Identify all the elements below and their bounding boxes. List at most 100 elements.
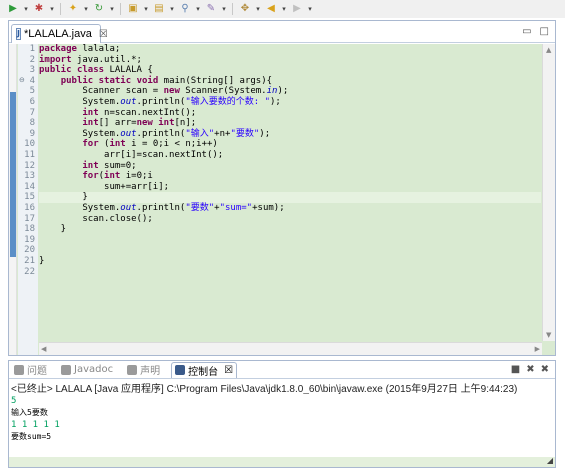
scroll-right-icon[interactable]: ▶ bbox=[535, 345, 540, 353]
forward-icon[interactable]: ▶ bbox=[290, 2, 304, 16]
back-icon[interactable]: ◀ bbox=[264, 2, 278, 16]
tab-label: Javadoc bbox=[74, 364, 114, 375]
horizontal-scrollbar[interactable]: ◀ ▶ bbox=[39, 342, 542, 355]
remove-launch-icon[interactable]: ✖ bbox=[526, 364, 534, 375]
tab-console[interactable]: 控制台 ☒ bbox=[171, 361, 238, 378]
maximize-icon[interactable]: □ bbox=[540, 26, 549, 37]
line-number: 8 bbox=[29, 118, 35, 129]
console-output-line: 5 bbox=[11, 396, 17, 406]
annotation-icon[interactable]: ✎ bbox=[204, 2, 218, 16]
code-line[interactable]: public class LALALA { bbox=[39, 65, 541, 76]
code-line[interactable]: for(int i=0;i bbox=[39, 171, 541, 182]
chevron-down-icon[interactable]: ▾ bbox=[169, 5, 175, 13]
chevron-down-icon[interactable]: ▾ bbox=[307, 5, 313, 13]
code-line[interactable]: int n=scan.nextInt(); bbox=[39, 108, 541, 119]
editor-tab-bar: J *LALALA.java ☒ ▭ □ bbox=[9, 21, 555, 43]
editor-panel: J *LALALA.java ☒ ▭ □ 1 2 3 4 ⊖ 5 6 7 8 9 10 11 12 13 1… bbox=[8, 20, 556, 356]
close-tab-icon[interactable]: ☒ bbox=[224, 365, 233, 376]
chevron-down-icon[interactable]: ▾ bbox=[221, 5, 227, 13]
code-line[interactable]: System.out.println("输入要数的个数: "); bbox=[39, 97, 541, 108]
new-icon[interactable]: ✦ bbox=[66, 2, 80, 16]
line-number: 11 bbox=[24, 150, 35, 160]
declaration-icon bbox=[127, 364, 138, 375]
scroll-left-icon[interactable]: ◀ bbox=[41, 345, 46, 353]
scroll-down-icon[interactable]: ▼ bbox=[546, 331, 551, 339]
toolbar-separator bbox=[232, 3, 233, 15]
console-output[interactable]: 5 输入5要数 1 1 1 1 1 要数sum=5 bbox=[11, 395, 551, 443]
code-line[interactable]: package lalala; bbox=[39, 44, 541, 55]
code-line[interactable]: arr[i]=scan.nextInt(); bbox=[39, 150, 541, 161]
code-line[interactable]: int[] arr=new int[n]; bbox=[39, 118, 541, 129]
refresh-icon[interactable]: ↻ bbox=[92, 2, 106, 16]
chevron-down-icon[interactable]: ▾ bbox=[281, 5, 287, 13]
code-line[interactable]: for (int i = 0;i < n;i++) bbox=[39, 139, 541, 150]
fold-toggle-icon[interactable]: ⊖ bbox=[19, 76, 25, 84]
console-panel: 问题 Javadoc 声明 控制台 ☒ ■ ✖ ✖ <已终止> LALALA [Java… bbox=[8, 360, 556, 468]
editor-tab-lalala[interactable]: J *LALALA.java ☒ bbox=[11, 24, 108, 43]
console-icon bbox=[175, 365, 186, 375]
code-line[interactable]: public static void main(String[] args){ bbox=[39, 76, 541, 87]
code-line[interactable]: scan.close(); bbox=[39, 214, 541, 225]
chevron-down-icon[interactable]: ▾ bbox=[195, 5, 201, 13]
line-number: 2 bbox=[29, 54, 35, 65]
line-number: 20 bbox=[24, 245, 35, 256]
chevron-down-icon[interactable]: ▾ bbox=[23, 5, 29, 13]
tab-javadoc[interactable]: Javadoc bbox=[58, 362, 116, 378]
code-line[interactable] bbox=[39, 235, 541, 246]
code-line[interactable]: import java.util.*; bbox=[39, 55, 541, 66]
code-line[interactable]: } bbox=[39, 256, 541, 267]
line-number: 7 bbox=[29, 107, 35, 118]
chevron-down-icon[interactable]: ▾ bbox=[83, 5, 89, 13]
code-line[interactable] bbox=[39, 245, 541, 256]
debug-icon[interactable]: ✱ bbox=[32, 2, 46, 16]
package-icon[interactable]: ▣ bbox=[126, 2, 140, 16]
tab-problems[interactable]: 问题 bbox=[11, 362, 50, 378]
line-number: 10 bbox=[24, 139, 35, 150]
line-number: 19 bbox=[24, 234, 35, 245]
code-area[interactable]: package lalala; import java.util.*; public… bbox=[39, 44, 541, 341]
main-toolbar: ▶ ▾ ✱ ▾ ✦ ▾ ↻ ▾ ▣ ▾ ▤ ▾ ⚲ ▾ ✎ ▾ ✥ ▾ ◀ ▾ ▶ ▾ bbox=[0, 0, 565, 18]
vertical-scrollbar[interactable]: ▲ ▼ bbox=[542, 44, 555, 341]
code-line[interactable]: int sum=0; bbox=[39, 161, 541, 172]
line-number: 3 bbox=[29, 65, 35, 76]
console-output-line: 要数sum=5 bbox=[11, 432, 52, 441]
code-line[interactable]: sum+=arr[i]; bbox=[39, 182, 541, 193]
stop-icon[interactable]: ■ bbox=[511, 364, 520, 375]
code-line[interactable]: System.out.println("输入"+n+"要数"); bbox=[39, 129, 541, 140]
editor-tab-label: *LALALA.java bbox=[23, 28, 92, 40]
line-number: 13 bbox=[24, 171, 35, 182]
tab-declaration[interactable]: 声明 bbox=[124, 362, 163, 378]
chevron-down-icon[interactable]: ▾ bbox=[49, 5, 55, 13]
scroll-up-icon[interactable]: ▲ bbox=[546, 46, 551, 54]
minimize-icon[interactable]: ▭ bbox=[522, 26, 531, 37]
editor-body[interactable]: 1 2 3 4 ⊖ 5 6 7 8 9 10 11 12 13 14 15 16 17 18 19 20 21 22 pac… bbox=[9, 44, 555, 355]
line-number: 1 bbox=[29, 44, 35, 54]
line-number: 21 bbox=[24, 256, 35, 266]
code-line[interactable]: } bbox=[39, 192, 541, 203]
line-number: 6 bbox=[29, 97, 35, 107]
code-line[interactable]: Scanner scan = new Scanner(System.in); bbox=[39, 86, 541, 97]
remove-all-icon[interactable]: ✖ bbox=[541, 364, 549, 375]
search-icon[interactable]: ⚲ bbox=[178, 2, 192, 16]
close-tab-icon[interactable]: ☒ bbox=[99, 29, 108, 40]
code-line[interactable]: System.out.println("要数"+"sum="+sum); bbox=[39, 203, 541, 214]
open-type-icon[interactable]: ▤ bbox=[152, 2, 166, 16]
tab-label: 声明 bbox=[140, 366, 161, 377]
javadoc-icon bbox=[61, 364, 71, 375]
chevron-down-icon[interactable]: ▾ bbox=[255, 5, 261, 13]
chevron-down-icon[interactable]: ▾ bbox=[109, 5, 115, 13]
line-number: 12 bbox=[24, 160, 35, 171]
editor-view-controls: ▭ □ bbox=[522, 26, 549, 37]
line-number: 17 bbox=[24, 213, 35, 224]
pin-icon[interactable]: ✥ bbox=[238, 2, 252, 16]
code-line[interactable]: } bbox=[39, 224, 541, 235]
toolbar-separator bbox=[60, 3, 61, 15]
console-scrollbar[interactable] bbox=[9, 457, 555, 467]
chevron-down-icon[interactable]: ▾ bbox=[143, 5, 149, 13]
run-icon[interactable]: ▶ bbox=[6, 2, 20, 16]
console-output-line: 1 1 1 1 1 bbox=[11, 420, 60, 430]
code-line[interactable] bbox=[39, 267, 541, 278]
resize-grip-icon[interactable]: ◢ bbox=[547, 456, 553, 465]
line-number: 22 bbox=[24, 266, 35, 277]
problems-icon bbox=[14, 364, 24, 375]
